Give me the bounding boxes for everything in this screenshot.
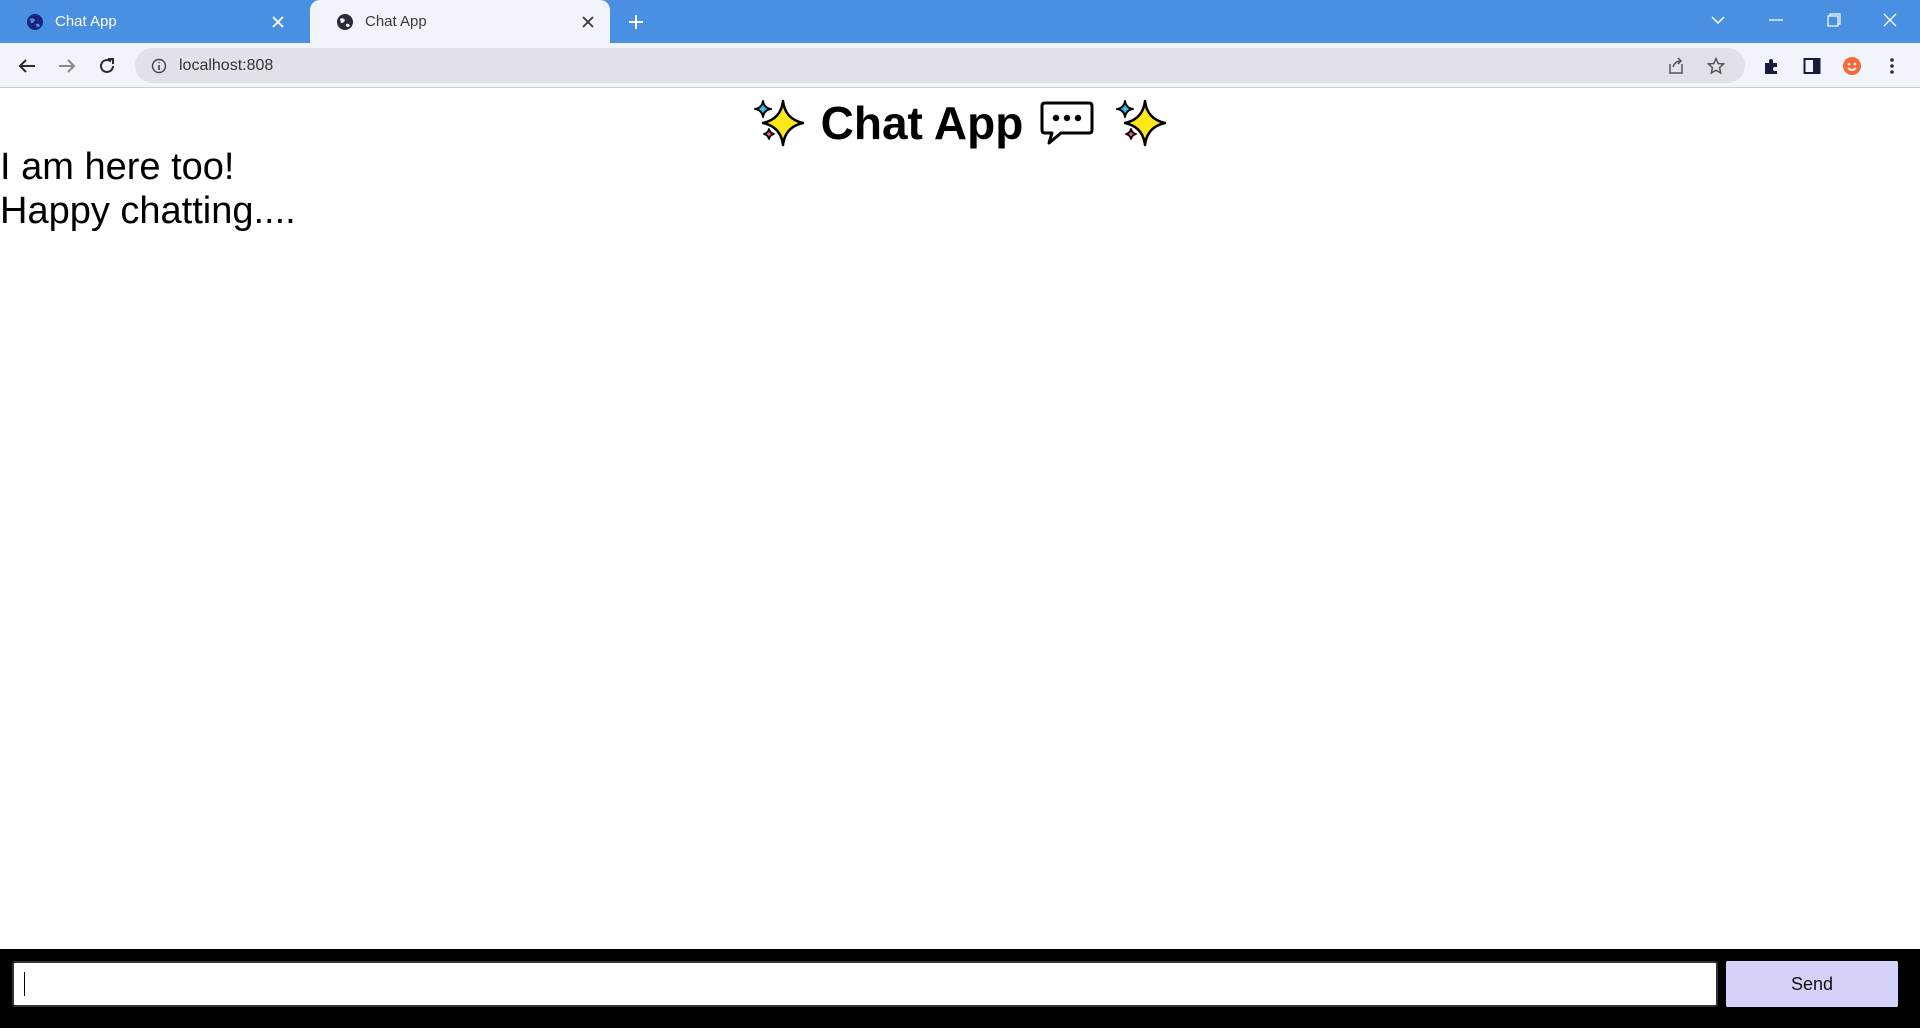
text-cursor [24, 972, 25, 996]
speech-balloon-icon [1039, 95, 1095, 151]
forward-button[interactable] [52, 51, 82, 81]
browser-toolbar: localhost:808 [0, 43, 1920, 88]
close-tab-icon[interactable] [266, 10, 290, 34]
arrow-left-icon [18, 59, 35, 73]
new-tab-button[interactable] [622, 8, 650, 36]
close-tab-icon[interactable] [576, 10, 600, 34]
sparkles-icon [1113, 95, 1169, 151]
reload-button[interactable] [92, 51, 122, 81]
bookmark-star-icon[interactable] [1701, 51, 1731, 81]
tab-chat-app-2[interactable]: Chat App [310, 0, 610, 43]
minimize-button[interactable] [1748, 0, 1804, 40]
sparkles-icon [751, 95, 807, 151]
address-bar[interactable]: localhost:808 [135, 48, 1745, 83]
send-button[interactable]: Send [1726, 961, 1898, 1007]
tab-strip: Chat App Chat App [0, 0, 1920, 43]
url-text: localhost:808 [179, 56, 274, 74]
back-button[interactable] [12, 51, 42, 81]
tab-chat-app-1[interactable]: Chat App [0, 0, 300, 43]
message-item: Happy chatting.... [0, 190, 296, 232]
plus-icon [629, 15, 643, 29]
puzzle-icon [1765, 59, 1777, 74]
chevron-down-icon [1711, 16, 1725, 25]
minimize-icon [1769, 19, 1783, 21]
tab-title: Chat App [55, 13, 117, 30]
tab-title: Chat App [365, 13, 427, 30]
restore-button[interactable] [1806, 0, 1862, 40]
reload-icon [100, 58, 114, 73]
message-item: I am here too! [0, 146, 235, 188]
profile-button[interactable] [1837, 51, 1867, 81]
globe-icon [336, 13, 354, 31]
side-panel-button[interactable] [1797, 51, 1827, 81]
restore-icon [1827, 13, 1841, 27]
avatar-icon [1843, 57, 1861, 75]
tab-search-button[interactable] [1690, 0, 1746, 40]
message-list: I am here too! Happy chatting.... [0, 145, 296, 233]
close-window-button[interactable] [1862, 0, 1918, 40]
close-icon [1883, 13, 1897, 27]
site-info-icon[interactable] [149, 56, 169, 76]
more-vertical-icon [1890, 58, 1894, 74]
page-title: Chat App [0, 94, 1920, 152]
extensions-button[interactable] [1757, 51, 1787, 81]
share-icon[interactable] [1661, 51, 1691, 81]
menu-button[interactable] [1877, 51, 1907, 81]
message-composer: Send [0, 949, 1920, 1028]
message-input[interactable] [12, 961, 1718, 1007]
page-content: Chat App I am here too! Happy chatting..… [0, 89, 1920, 1028]
globe-icon [26, 13, 44, 31]
arrow-right-icon [59, 59, 76, 73]
side-panel-icon [1803, 58, 1821, 74]
title-text: Chat App [820, 97, 1024, 149]
